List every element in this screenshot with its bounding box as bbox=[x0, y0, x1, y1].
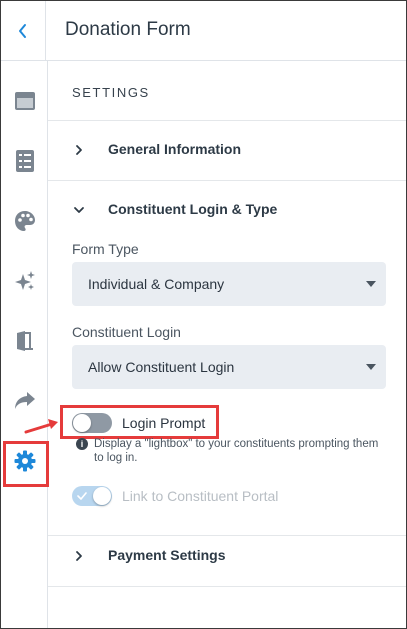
layout-icon bbox=[14, 92, 35, 110]
sidebar bbox=[1, 61, 48, 628]
sparkles-icon bbox=[14, 271, 35, 290]
chevron-right-icon bbox=[76, 551, 82, 561]
login-prompt-toggle[interactable] bbox=[72, 413, 112, 433]
section-label: Constituent Login & Type bbox=[108, 201, 278, 217]
settings-heading: SETTINGS bbox=[72, 85, 150, 100]
toggle-knob bbox=[93, 487, 111, 505]
sidebar-item-effects[interactable] bbox=[1, 261, 48, 301]
form-type-label: Form Type bbox=[72, 241, 139, 257]
settings-panel: SETTINGS General Information Constituent… bbox=[48, 61, 406, 628]
settings-highlight-box bbox=[3, 441, 49, 487]
sidebar-item-layout[interactable] bbox=[1, 81, 48, 121]
constituent-login-select[interactable]: Allow Constituent Login bbox=[72, 345, 386, 389]
section-constituent-login: Constituent Login & Type Form Type Indiv… bbox=[48, 181, 406, 536]
login-prompt-label: Login Prompt bbox=[122, 415, 206, 431]
form-type-select[interactable]: Individual & Company bbox=[72, 262, 386, 306]
login-prompt-help-text: Display a "lightbox" to your constituent… bbox=[94, 438, 379, 464]
top-bar: Donation Form bbox=[1, 1, 406, 61]
form-type-value: Individual & Company bbox=[88, 276, 225, 292]
caret-down-icon bbox=[366, 364, 376, 370]
chevron-down-icon bbox=[74, 207, 84, 213]
info-icon: i bbox=[76, 438, 88, 450]
section-label: General Information bbox=[108, 141, 242, 157]
settings-header: SETTINGS bbox=[48, 61, 406, 121]
toggle-knob bbox=[73, 414, 91, 432]
back-button[interactable] bbox=[1, 1, 46, 61]
chevron-left-icon bbox=[19, 24, 26, 38]
palette-icon bbox=[14, 211, 35, 231]
constituent-login-value: Allow Constituent Login bbox=[88, 359, 235, 375]
portal-link-toggle[interactable] bbox=[72, 486, 112, 506]
chevron-right-icon bbox=[76, 145, 82, 155]
page-title: Donation Form bbox=[65, 19, 191, 40]
share-arrow-icon bbox=[14, 392, 35, 409]
caret-down-icon bbox=[366, 281, 376, 287]
sidebar-item-share[interactable] bbox=[1, 381, 48, 421]
section-payment-settings[interactable]: Payment Settings bbox=[48, 527, 406, 587]
section-label: Payment Settings bbox=[108, 547, 226, 563]
sidebar-item-design[interactable] bbox=[1, 201, 48, 241]
section-general-information[interactable]: General Information bbox=[48, 121, 406, 181]
sidebar-item-fields[interactable] bbox=[1, 141, 48, 181]
section-constituent-header[interactable]: Constituent Login & Type bbox=[48, 181, 406, 241]
constituent-login-label: Constituent Login bbox=[72, 324, 181, 340]
exit-door-icon bbox=[16, 331, 33, 351]
check-icon bbox=[77, 492, 87, 500]
portal-link-label: Link to Constituent Portal bbox=[122, 488, 279, 504]
sidebar-item-exit[interactable] bbox=[1, 321, 48, 361]
list-icon bbox=[15, 150, 34, 172]
